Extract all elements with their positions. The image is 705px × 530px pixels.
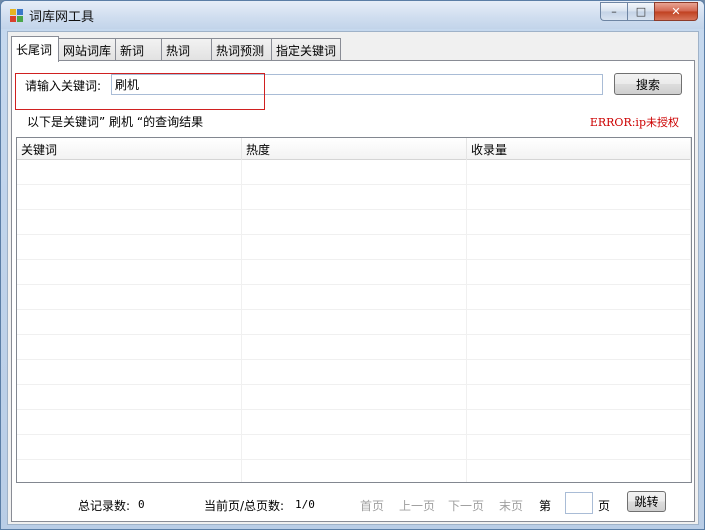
column-header-heat[interactable]: 热度 <box>242 138 467 160</box>
table-cell <box>242 285 467 310</box>
table-cell <box>17 210 242 235</box>
title-bar[interactable]: 词库网工具 – □ ✕ <box>1 1 704 29</box>
table-row[interactable] <box>17 185 691 210</box>
table-cell <box>17 310 242 335</box>
table-cell <box>467 185 691 210</box>
table-row[interactable] <box>17 235 691 260</box>
table-row[interactable] <box>17 310 691 335</box>
table-cell <box>242 185 467 210</box>
last-page-link[interactable]: 末页 <box>499 497 523 514</box>
tab-strip: 长尾词 网站词库 新词 热词 热词预测 指定关键词 <box>11 36 341 62</box>
table-cell <box>467 260 691 285</box>
tab-site-lexicon[interactable]: 网站词库 <box>58 38 116 60</box>
table-row[interactable] <box>17 435 691 460</box>
table-cell <box>242 160 467 185</box>
column-header-keyword[interactable]: 关键词 <box>17 138 242 160</box>
table-row[interactable] <box>17 260 691 285</box>
grid-header: 关键词 热度 收录量 <box>17 138 691 160</box>
table-cell <box>467 210 691 235</box>
table-row[interactable] <box>17 410 691 435</box>
table-cell <box>467 360 691 385</box>
page-prefix-label: 第 <box>539 499 552 513</box>
prev-page-link[interactable]: 上一页 <box>399 497 435 514</box>
table-row[interactable] <box>17 460 691 482</box>
pager: 总记录数: 0 当前页/总页数: 1/0 首页 上一页 下一页 末页 第 页 跳… <box>12 489 696 519</box>
table-cell <box>242 260 467 285</box>
table-row[interactable] <box>17 335 691 360</box>
caption-buttons: – □ ✕ <box>600 2 698 21</box>
close-button[interactable]: ✕ <box>654 2 698 21</box>
search-button[interactable]: 搜索 <box>614 73 682 95</box>
tab-hot-words[interactable]: 热词 <box>161 38 212 60</box>
keyword-input[interactable] <box>111 74 603 95</box>
minimize-icon: – <box>611 5 617 18</box>
table-cell <box>467 460 691 482</box>
tab-new-words[interactable]: 新词 <box>115 38 162 60</box>
results-grid[interactable]: 关键词 热度 收录量 <box>16 137 692 483</box>
table-cell <box>467 410 691 435</box>
client-area: 长尾词 网站词库 新词 热词 热词预测 指定关键词 请输入关键词: 搜索 以下是… <box>7 31 699 525</box>
tab-long-tail[interactable]: 长尾词 <box>11 36 59 62</box>
next-page-link[interactable]: 下一页 <box>448 497 484 514</box>
table-row[interactable] <box>17 160 691 185</box>
close-icon: ✕ <box>671 5 681 18</box>
keyword-label: 请输入关键词: <box>25 79 102 93</box>
table-cell <box>467 335 691 360</box>
table-cell <box>467 310 691 335</box>
table-cell <box>17 410 242 435</box>
table-cell <box>467 160 691 185</box>
jump-button[interactable]: 跳转 <box>627 491 666 512</box>
table-row[interactable] <box>17 210 691 235</box>
table-cell <box>17 260 242 285</box>
table-cell <box>17 160 242 185</box>
table-cell <box>467 385 691 410</box>
table-cell <box>242 385 467 410</box>
table-cell <box>242 210 467 235</box>
maximize-button[interactable]: □ <box>627 2 654 21</box>
maximize-icon: □ <box>635 5 647 18</box>
grid-body <box>17 160 691 482</box>
page-count-value: 1/0 <box>295 498 315 511</box>
table-row[interactable] <box>17 385 691 410</box>
table-cell <box>242 410 467 435</box>
table-cell <box>17 285 242 310</box>
table-cell <box>242 335 467 360</box>
table-row[interactable] <box>17 285 691 310</box>
table-cell <box>242 310 467 335</box>
tab-panel: 请输入关键词: 搜索 以下是关键词” 刷机 “的查询结果 ERROR:ip未授权… <box>11 60 695 522</box>
table-cell <box>17 360 242 385</box>
page-number-input[interactable] <box>565 492 593 514</box>
tab-specified-keywords[interactable]: 指定关键词 <box>271 38 341 60</box>
table-cell <box>467 435 691 460</box>
page-count-label: 当前页/总页数: <box>204 499 285 513</box>
app-icon <box>10 9 23 22</box>
result-label: 以下是关键词” 刷机 “的查询结果 <box>27 115 204 129</box>
table-cell <box>242 435 467 460</box>
table-cell <box>467 285 691 310</box>
table-cell <box>17 385 242 410</box>
column-header-indexed[interactable]: 收录量 <box>467 138 691 160</box>
table-cell <box>17 435 242 460</box>
total-records-value: 0 <box>138 498 145 511</box>
table-cell <box>17 235 242 260</box>
error-label: ERROR:ip未授权 <box>589 116 679 129</box>
table-cell <box>17 460 242 482</box>
table-cell <box>242 235 467 260</box>
table-cell <box>242 460 467 482</box>
page-suffix-label: 页 <box>598 499 611 513</box>
tab-hot-forecast[interactable]: 热词预测 <box>211 38 272 60</box>
table-cell <box>17 185 242 210</box>
app-window: 词库网工具 – □ ✕ 长尾词 网站词库 新词 热词 热词预测 指定关键词 请输… <box>0 0 705 530</box>
table-row[interactable] <box>17 360 691 385</box>
table-cell <box>467 235 691 260</box>
table-cell <box>242 360 467 385</box>
window-title: 词库网工具 <box>29 10 95 25</box>
table-cell <box>17 335 242 360</box>
total-records-label: 总记录数: <box>78 499 131 513</box>
first-page-link[interactable]: 首页 <box>360 497 384 514</box>
minimize-button[interactable]: – <box>600 2 627 21</box>
